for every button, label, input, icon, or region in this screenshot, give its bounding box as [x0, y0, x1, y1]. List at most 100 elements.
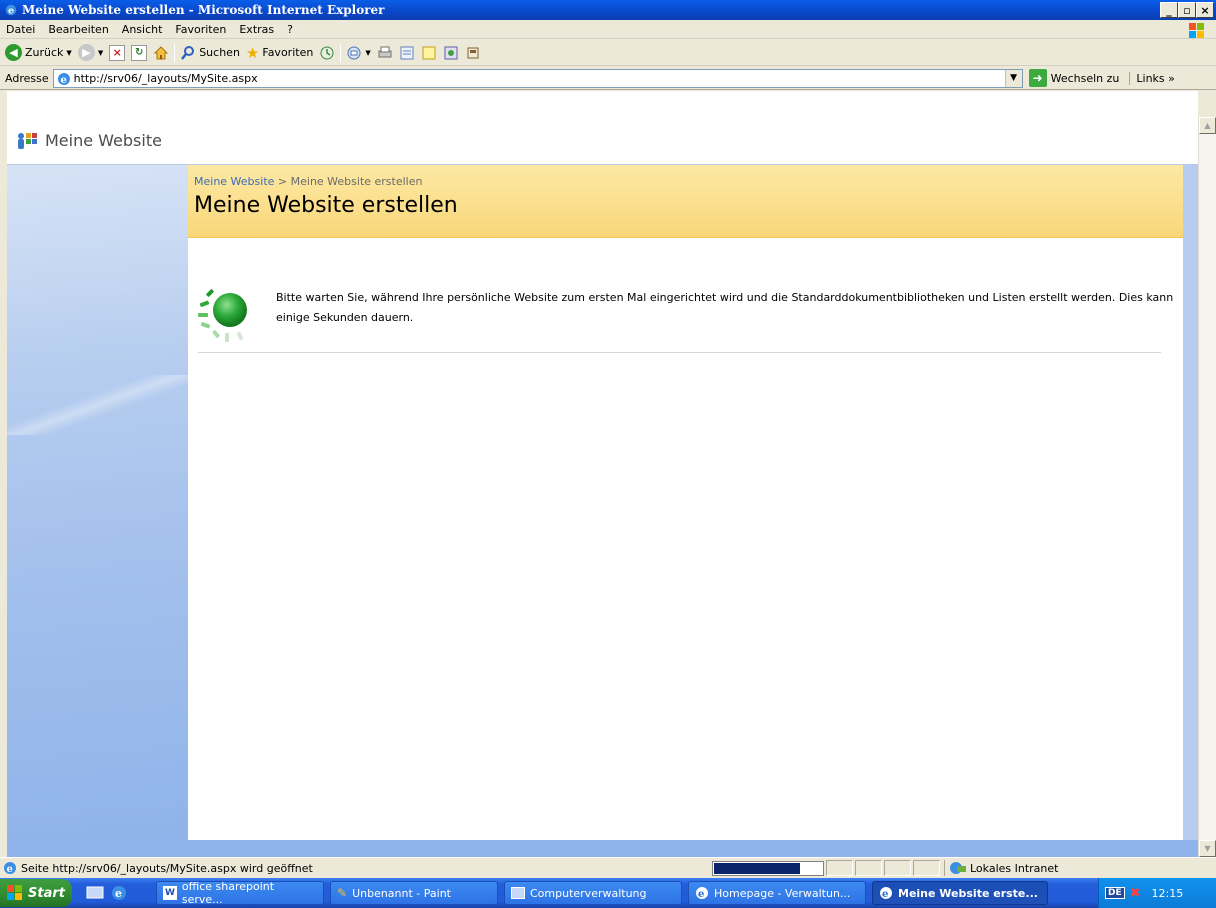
refresh-button[interactable]: ↻ [128, 42, 150, 64]
progress-bar [712, 860, 824, 876]
desktop-icon[interactable] [86, 884, 104, 902]
task-label: Unbenannt - Paint [352, 886, 451, 900]
page-body: Bitte warten Sie, während Ihre persönlic… [188, 238, 1183, 840]
address-input[interactable]: e http://srv06/_layouts/MySite.aspx ▼ [52, 68, 1023, 88]
address-dropdown-icon[interactable]: ▼ [1004, 69, 1022, 87]
standard-toolbar: ◀ Zurück ▼ ▶ ▼ × ↻ Suchen ★ Favoriten ▼ [0, 40, 1216, 66]
start-label: Start [28, 885, 65, 901]
address-bar: Adresse e http://srv06/_layouts/MySite.a… [0, 67, 1216, 90]
clock[interactable]: 12:15 [1152, 887, 1184, 900]
links-toolbar[interactable]: Links » [1129, 71, 1175, 85]
status-pane [884, 860, 911, 876]
start-button[interactable]: Start [0, 879, 72, 907]
svg-text:e: e [7, 864, 13, 875]
messenger-button[interactable] [440, 42, 462, 64]
maximize-button[interactable]: ▫ [1178, 2, 1196, 18]
breadcrumb: Meine Website > Meine Website erstellen [194, 175, 422, 188]
ie-page-icon: e [4, 862, 16, 875]
task-paint[interactable]: ✎ Unbenannt - Paint [330, 881, 498, 905]
minimize-button[interactable]: _ [1160, 2, 1178, 18]
ie-logo-icon: e [880, 887, 892, 900]
task-label: office sharepoint serve... [181, 880, 275, 906]
task-label: Meine Website erste... [898, 886, 1038, 900]
task-office-sharepoint[interactable]: W office sharepoint serve... [156, 880, 324, 906]
mail-button[interactable]: ▼ [343, 42, 373, 64]
task-homepage[interactable]: e Homepage - Verwaltun... [688, 881, 866, 905]
vertical-scrollbar[interactable]: ▲ ▼ [1198, 117, 1216, 857]
close-button[interactable]: × [1196, 2, 1214, 18]
links-label: Links [1136, 71, 1165, 85]
ie-logo-icon: e [696, 887, 708, 900]
menu-bearbeiten[interactable]: Bearbeiten [42, 23, 115, 36]
scroll-down-button[interactable]: ▼ [1199, 840, 1216, 857]
svg-text:e: e [115, 887, 122, 900]
toolbar-separator [174, 43, 176, 62]
forward-dropdown-icon[interactable]: ▼ [98, 49, 103, 57]
search-icon [181, 45, 195, 60]
menu-bar: Datei Bearbeiten Ansicht Favoriten Extra… [0, 20, 1216, 39]
quick-launch: e [86, 884, 128, 902]
network-icon[interactable]: ✖ [1130, 886, 1141, 901]
menu-extras[interactable]: Extras [233, 23, 281, 36]
task-computerverwaltung[interactable]: Computerverwaltung [504, 881, 682, 905]
windows-logo-icon [7, 885, 22, 900]
breadcrumb-separator: > [277, 175, 288, 188]
menu-help[interactable]: ? [281, 23, 300, 36]
task-label: Homepage - Verwaltun... [714, 886, 851, 900]
sharepoint-header: Meine Website [7, 117, 1198, 165]
zone-label: Lokales Intranet [970, 861, 1059, 875]
left-navigation [7, 165, 188, 840]
discuss-button[interactable] [418, 42, 440, 64]
site-title[interactable]: Meine Website [45, 131, 162, 150]
divider [198, 352, 1161, 353]
menu-favoriten[interactable]: Favoriten [169, 23, 233, 36]
search-button[interactable]: Suchen [177, 42, 243, 64]
taskbar: Start e W office sharepoint serve... ✎ U… [0, 878, 1216, 908]
history-button[interactable] [316, 42, 338, 64]
home-icon [153, 45, 169, 59]
status-bar: e Seite http://srv06/_layouts/MySite.asp… [0, 857, 1216, 878]
task-meine-website[interactable]: e Meine Website erste... [872, 881, 1048, 905]
stop-button[interactable]: × [106, 42, 128, 64]
back-label: Zurück [25, 46, 64, 59]
history-icon [320, 46, 334, 59]
print-button[interactable] [374, 42, 396, 64]
favorites-button[interactable]: ★ Favoriten [243, 42, 316, 64]
page-top-spacer [7, 91, 1198, 117]
window-title-bar[interactable]: e Meine Website erstellen - Microsoft In… [0, 0, 1216, 20]
forward-arrow-icon: ▶ [77, 44, 95, 61]
refresh-icon: ↻ [131, 44, 148, 61]
scroll-up-button[interactable]: ▲ [1199, 117, 1216, 134]
menu-datei[interactable]: Datei [0, 23, 42, 36]
research-icon [467, 47, 479, 58]
language-indicator[interactable]: DE [1105, 887, 1125, 899]
wait-message: Bitte warten Sie, während Ihre persönlic… [276, 291, 1174, 324]
paint-icon: ✎ [337, 886, 348, 900]
forward-button[interactable]: ▶ ▼ [75, 42, 106, 64]
ie-logo-icon[interactable]: e [110, 884, 128, 902]
right-gutter [1183, 165, 1198, 840]
breadcrumb-home-link[interactable]: Meine Website [194, 175, 274, 188]
edit-button[interactable] [396, 42, 418, 64]
edit-page-icon [400, 46, 414, 59]
bottom-gutter [7, 840, 1198, 857]
page-title: Meine Website erstellen [194, 193, 458, 218]
messenger-icon [444, 46, 458, 59]
status-message: e Seite http://srv06/_layouts/MySite.asp… [0, 860, 706, 876]
back-arrow-icon: ◀ [5, 44, 22, 61]
back-button[interactable]: ◀ Zurück ▼ [2, 42, 75, 64]
home-button[interactable] [150, 42, 172, 64]
address-url: http://srv06/_layouts/MySite.aspx [73, 71, 258, 85]
search-label: Suchen [199, 46, 240, 59]
go-button[interactable]: ➜ Wechseln zu [1028, 69, 1119, 87]
note-icon [422, 46, 436, 59]
mail-dropdown-icon[interactable]: ▼ [365, 49, 370, 57]
menu-ansicht[interactable]: Ansicht [116, 23, 170, 36]
window-title: Meine Website erstellen - Microsoft Inte… [22, 3, 385, 17]
favorites-star-icon: ★ [245, 43, 260, 62]
computer-icon [511, 887, 525, 899]
back-dropdown-icon[interactable]: ▼ [66, 49, 71, 57]
security-zone[interactable]: Lokales Intranet [944, 860, 1058, 876]
research-button[interactable] [462, 42, 484, 64]
svg-text:e: e [882, 889, 888, 900]
